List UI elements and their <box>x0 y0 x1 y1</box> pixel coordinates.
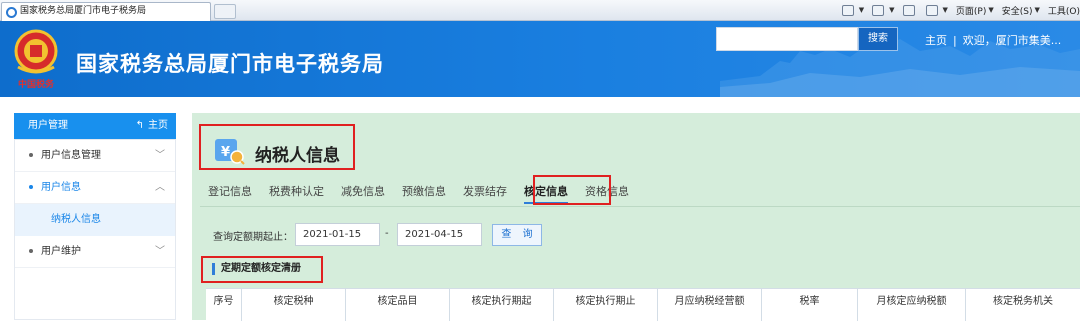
browser-chrome: 国家税务总局厦门市电子税务局 ▼ ▼ ▼ 页面(P) ▼ 安全(S) ▼ 工具(O) <box>0 0 1080 21</box>
table-header: 序号 核定税种 核定品目 核定执行期起 核定执行期止 月应纳税经营额 税率 月核… <box>206 288 1080 321</box>
tab-registration-info[interactable]: 登记信息 <box>208 180 252 204</box>
column-header-tax-type: 核定税种 <box>242 289 346 321</box>
column-header-end-date: 核定执行期止 <box>554 289 658 321</box>
link-separator: | <box>953 34 957 47</box>
highlight-box-tab <box>533 175 611 205</box>
ie-icon <box>6 7 17 18</box>
command-bar: ▼ ▼ ▼ 页面(P) ▼ 安全(S) ▼ 工具(O) <box>834 2 1080 18</box>
sidebar-item-label: 用户维护 <box>41 246 81 257</box>
home-command[interactable]: ▼ <box>841 4 865 16</box>
end-date-field[interactable]: 2021-04-15 <box>397 223 482 246</box>
page-menu-label: 页面(P) <box>955 6 987 17</box>
chevron-down-icon: ▼ <box>942 6 948 14</box>
chevron-down-icon: ▼ <box>889 6 895 14</box>
tab-divider <box>200 206 1080 207</box>
browser-tab[interactable]: 国家税务总局厦门市电子税务局 <box>1 2 211 21</box>
mail-icon <box>902 4 915 16</box>
chevron-down-icon: ▼ <box>1034 6 1040 14</box>
sidebar-item-user-info-management[interactable]: 用户信息管理 ﹀ <box>15 140 175 172</box>
date-separator: - <box>385 228 389 239</box>
top-links: 主页 | 欢迎，厦门市集美... <box>925 32 1061 48</box>
bullet-icon <box>29 249 33 253</box>
site-title: 国家税务总局厦门市电子税务局 <box>76 52 384 76</box>
chevron-down-icon: ▼ <box>858 6 865 14</box>
tax-emblem-logo: 中国税务 <box>14 29 58 90</box>
sidebar-item-user-info[interactable]: 用户信息 ︿ <box>15 172 175 204</box>
home-link[interactable]: 主页 <box>925 34 947 47</box>
sidebar-item-label: 用户信息 <box>41 182 81 193</box>
sidebar-subitem-taxpayer-info[interactable]: 纳税人信息 <box>15 204 175 236</box>
bullet-icon <box>29 153 33 157</box>
column-header-start-date: 核定执行期起 <box>450 289 554 321</box>
bullet-icon <box>29 185 33 189</box>
sidebar-home-link[interactable]: ↰ 主页 <box>136 113 168 139</box>
back-arrow-icon: ↰ <box>135 120 144 131</box>
search-button[interactable]: 搜索 <box>858 27 898 51</box>
browser-tab-title: 国家税务总局厦门市电子税务局 <box>20 6 147 16</box>
safety-menu[interactable]: 安全(S) ▼ <box>1002 4 1040 17</box>
tools-menu-label: 工具(O) <box>1047 6 1080 17</box>
chevron-up-icon: ︿ <box>155 182 165 193</box>
site-header: 中国税务 国家税务总局厦门市电子税务局 <box>0 21 1080 97</box>
sidebar-item-label: 用户信息管理 <box>41 150 101 161</box>
feeds-command[interactable]: ▼ <box>872 4 895 16</box>
rss-icon <box>872 4 885 16</box>
column-header-monthly-tax: 月核定应纳税额 <box>858 289 966 321</box>
sidebar: 用户信息管理 ﹀ 用户信息 ︿ 纳税人信息 用户维护 ﹀ <box>14 139 176 320</box>
column-header-tax-authority: 核定税务机关 <box>993 296 1053 307</box>
column-header-tax-item: 核定品目 <box>346 289 450 321</box>
start-date-field[interactable]: 2021-01-15 <box>295 223 380 246</box>
mail-command[interactable] <box>902 4 918 16</box>
tab-invoice-balance[interactable]: 发票结存 <box>463 180 507 204</box>
sidebar-header: 用户管理 ↰ 主页 <box>14 113 176 139</box>
sidebar-item-user-maintenance[interactable]: 用户维护 ﹀ <box>15 236 175 268</box>
chevron-down-icon: ﹀ <box>155 150 165 161</box>
highlight-box-section <box>201 256 323 283</box>
chevron-down-icon: ﹀ <box>155 246 165 257</box>
column-header-index: 序号 <box>206 289 242 321</box>
new-tab-button[interactable] <box>214 4 236 19</box>
page-menu[interactable]: 页面(P) ▼ <box>956 4 994 17</box>
print-icon <box>925 4 938 16</box>
home-icon <box>841 4 854 16</box>
tools-menu[interactable]: 工具(O) <box>1048 4 1080 17</box>
highlight-box-title <box>199 124 355 170</box>
safety-menu-label: 安全(S) <box>1001 6 1033 17</box>
chevron-down-icon: ▼ <box>988 6 994 14</box>
search-input[interactable] <box>716 27 858 51</box>
tab-tax-type-determination[interactable]: 税费种认定 <box>269 180 324 204</box>
print-command[interactable]: ▼ <box>925 4 948 16</box>
tab-exemption-info[interactable]: 减免信息 <box>341 180 385 204</box>
query-button[interactable]: 查 询 <box>492 224 542 246</box>
column-header-tax-rate: 税率 <box>762 289 858 321</box>
sidebar-home-label: 主页 <box>148 120 168 131</box>
emblem-caption: 中国税务 <box>18 78 55 90</box>
query-period-label: 查询定额期起止： <box>213 232 293 243</box>
sidebar-title: 用户管理 <box>28 120 68 131</box>
welcome-text[interactable]: 欢迎，厦门市集美... <box>963 34 1062 47</box>
column-header-monthly-turnover: 月应纳税经营额 <box>658 289 762 321</box>
tab-prepayment-info[interactable]: 预缴信息 <box>402 180 446 204</box>
